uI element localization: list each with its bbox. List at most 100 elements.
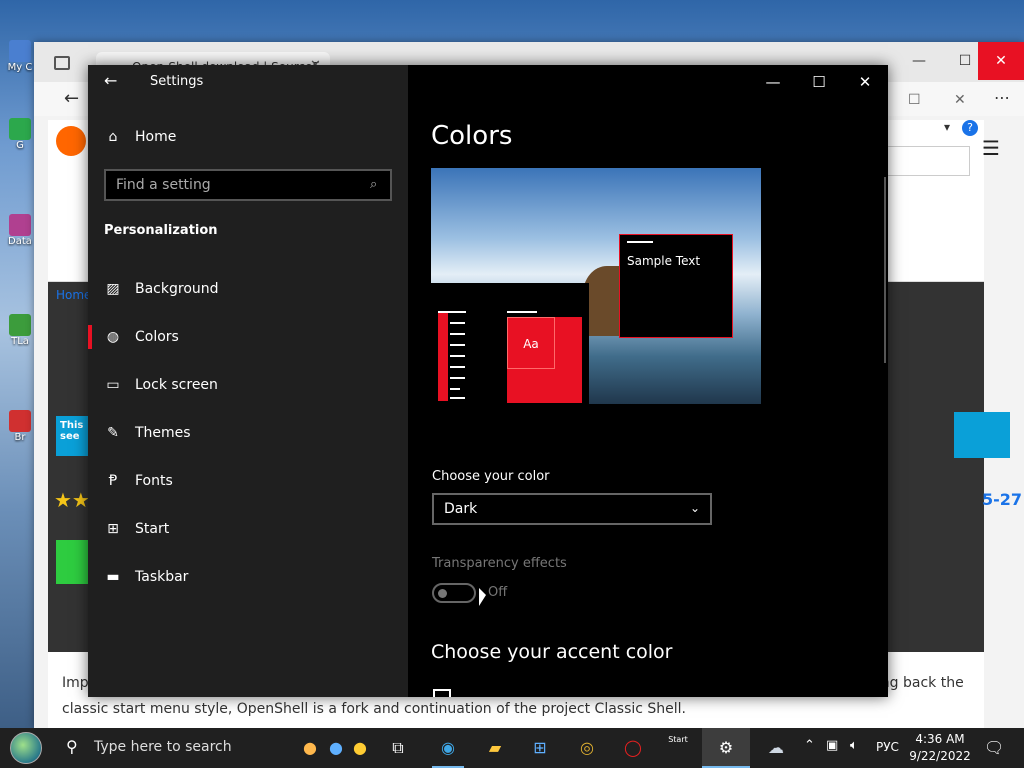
chevron-down-icon: ⌄ <box>690 501 701 515</box>
menu-icon[interactable]: ☰ <box>982 136 1000 160</box>
body-text-line-2: classic start menu style, OpenShell is a… <box>62 701 687 717</box>
preview-list-line <box>438 311 466 313</box>
mouse-cursor-icon <box>479 588 486 606</box>
edge-icon[interactable]: ◉ <box>434 734 462 762</box>
release-date: 5-27 <box>982 490 1023 509</box>
store-icon[interactable]: ⊞ <box>526 734 554 762</box>
scrollbar[interactable] <box>884 177 886 363</box>
themes-icon: ✎ <box>107 425 119 441</box>
inner-restore-icon[interactable]: ☐ <box>908 92 921 108</box>
breadcrumb-home[interactable]: Home <box>56 288 91 302</box>
opera-icon[interactable]: ◯ <box>619 734 647 762</box>
clock-time[interactable]: 4:36 AM <box>910 732 970 746</box>
preview-tile-aa: Aa <box>507 317 555 369</box>
nav-colors[interactable]: ◍ Colors <box>88 317 408 357</box>
nav-lock-screen-label: Lock screen <box>135 377 218 393</box>
side-banner[interactable] <box>954 412 1010 458</box>
nav-background-label: Background <box>135 281 219 297</box>
preview-list-accent <box>438 311 448 401</box>
data-icon <box>9 214 31 236</box>
picture-icon: ▨ <box>106 281 120 297</box>
dropdown-chevron-icon[interactable]: ▾ <box>944 120 950 134</box>
nav-themes[interactable]: ✎ Themes <box>88 413 408 453</box>
opera-icon <box>9 410 31 432</box>
file-explorer-icon[interactable]: ▰ <box>481 734 509 762</box>
settings-window: ← Settings ⌂ Home Find a setting ⌕ Perso… <box>88 65 888 697</box>
browser-more-icon[interactable]: ⋯ <box>994 88 1010 107</box>
nav-fonts-label: Fonts <box>135 473 173 489</box>
rating-stars: ★★ <box>54 488 90 512</box>
language-indicator[interactable]: РУС <box>876 740 899 754</box>
search-highlights-sun-icon[interactable]: ● <box>346 734 374 762</box>
chevron-up-icon[interactable]: ⌃ <box>804 738 815 753</box>
palette-icon: ◍ <box>106 329 120 345</box>
help-icon[interactable]: ? <box>962 120 978 136</box>
preview-window-line <box>627 241 653 243</box>
preview-list-line <box>450 322 465 324</box>
nav-themes-label: Themes <box>135 425 191 441</box>
nav-home[interactable]: ⌂ Home <box>88 117 408 157</box>
preview-list-line <box>450 344 465 346</box>
transparency-toggle[interactable] <box>432 583 476 603</box>
auto-accent-checkbox[interactable] <box>433 689 451 697</box>
openshell-start-icon[interactable]: Start <box>664 734 692 762</box>
task-view-icon[interactable]: ⧉ <box>384 734 412 762</box>
find-setting-input[interactable]: Find a setting <box>104 169 392 201</box>
clock-date[interactable]: 9/22/2022 <box>906 749 974 763</box>
browser-back-icon[interactable]: ← <box>64 88 79 109</box>
sourceforge-logo-icon[interactable] <box>56 126 86 156</box>
maximize-icon[interactable]: ☐ <box>796 69 842 95</box>
nav-taskbar-label: Taskbar <box>135 569 189 585</box>
taskbar-search-input[interactable]: Type here to search <box>94 739 232 755</box>
preview-list-line <box>450 366 465 368</box>
search-icon[interactable]: ⌕ <box>370 177 377 192</box>
search-highlights-icon[interactable]: ● <box>296 734 324 762</box>
minimize-icon[interactable]: — <box>750 69 796 95</box>
computer-icon <box>9 40 31 62</box>
close-icon[interactable]: ✕ <box>842 69 888 95</box>
openshell-label: Start <box>668 735 688 744</box>
choose-color-dropdown[interactable]: Dark <box>432 493 712 525</box>
volume-icon[interactable]: 🔈︎ <box>850 738 858 753</box>
weather-icon[interactable]: ☁ <box>762 734 790 762</box>
notifications-icon[interactable]: 🗨︎ <box>984 738 1004 757</box>
site-search-input[interactable] <box>884 146 970 176</box>
browser-close-icon[interactable]: ✕ <box>978 42 1024 80</box>
tab-actions-icon[interactable] <box>54 56 70 70</box>
nav-fonts[interactable]: Ᵽ Fonts <box>88 461 408 501</box>
minecraft-icon <box>9 314 31 336</box>
preview-list-line <box>450 377 465 379</box>
search-icon[interactable]: ⚲ <box>66 737 78 756</box>
preview-window <box>619 234 733 338</box>
taskbar: ⚲ Type here to search ● ● ● ⧉ ◉ ▰ ⊞ ◎ ◯ … <box>0 728 1024 768</box>
preview-list-line <box>450 355 465 357</box>
nav-start-label: Start <box>135 521 170 537</box>
preview-tiles-line <box>507 311 537 313</box>
preview-list-line <box>450 397 465 399</box>
start-button[interactable] <box>10 732 42 764</box>
app-title: Settings <box>150 74 204 89</box>
chrome-icon[interactable]: ◎ <box>573 734 601 762</box>
nav-lock-screen[interactable]: ▭ Lock screen <box>88 365 408 405</box>
home-icon: ⌂ <box>108 129 118 145</box>
gear-icon: ⚙ <box>718 738 734 757</box>
choose-color-label: Choose your color <box>432 469 550 484</box>
lock-screen-icon: ▭ <box>106 377 120 393</box>
nav-background[interactable]: ▨ Background <box>88 269 408 309</box>
taskbar-icon: ▬ <box>106 569 120 585</box>
transparency-state: Off <box>488 585 508 600</box>
preview-list-line <box>450 333 465 335</box>
chrome-icon <box>9 118 31 140</box>
body-text-start: Imp <box>62 675 89 691</box>
start-icon: ⊞ <box>107 521 119 537</box>
nav-start[interactable]: ⊞ Start <box>88 509 408 549</box>
fonts-icon: Ᵽ <box>108 473 118 489</box>
back-arrow-icon[interactable]: ← <box>104 71 117 90</box>
toggle-knob <box>438 589 447 598</box>
page-title: Colors <box>431 121 513 151</box>
nav-taskbar[interactable]: ▬ Taskbar <box>88 557 408 597</box>
browser-minimize-icon[interactable]: — <box>896 42 942 80</box>
network-icon[interactable]: ▣ <box>826 738 838 753</box>
inner-close-icon[interactable]: ✕ <box>954 92 966 108</box>
accent-color-heading: Choose your accent color <box>431 641 673 663</box>
